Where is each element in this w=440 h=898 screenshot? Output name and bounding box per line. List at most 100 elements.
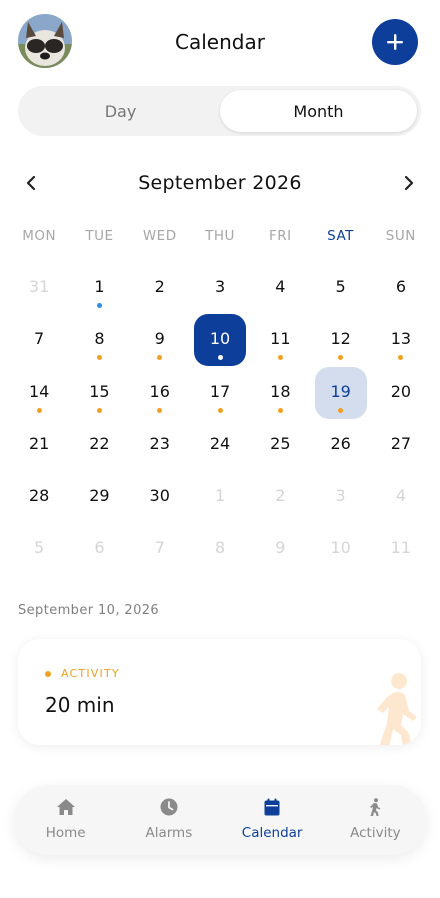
next-month-button[interactable]	[398, 172, 420, 194]
nav-alarms[interactable]: Alarms	[117, 785, 220, 855]
day-number: 10	[330, 538, 351, 558]
calendar-day[interactable]: 20	[371, 367, 431, 419]
event-dot	[96, 355, 102, 361]
calendar-day[interactable]: 7	[9, 314, 69, 366]
calendar-day[interactable]: 1	[190, 471, 250, 523]
calendar-day[interactable]: 8	[190, 523, 250, 575]
walking-icon	[365, 797, 385, 817]
calendar-day[interactable]: 24	[190, 419, 250, 471]
day-box: 22	[73, 419, 125, 471]
calendar-day[interactable]: 30	[130, 471, 190, 523]
day-box: 12	[315, 314, 367, 366]
nav-calendar-label: Calendar	[241, 825, 303, 841]
day-box: 26	[315, 419, 367, 471]
calendar-day[interactable]: 29	[69, 471, 129, 523]
day-box: 20	[375, 367, 427, 419]
weekday-label: FRI	[268, 228, 292, 244]
calendar-day[interactable]: 11	[371, 523, 431, 575]
calendar-day[interactable]: 6	[371, 262, 431, 314]
calendar-day[interactable]: 25	[250, 419, 310, 471]
add-button[interactable]	[372, 19, 418, 65]
day-number: 23	[149, 433, 170, 453]
calendar-day[interactable]: 28	[9, 471, 69, 523]
day-box: 1	[73, 262, 125, 314]
calendar-day-selected[interactable]: 19	[310, 366, 370, 419]
nav-calendar[interactable]: Calendar	[221, 785, 324, 855]
day-box: 2	[134, 262, 186, 314]
month-navigation: September 2026	[0, 164, 440, 202]
calendar-day[interactable]: 5	[9, 523, 69, 575]
calendar-day[interactable]: 14	[9, 367, 69, 419]
event-dot	[398, 355, 404, 361]
day-number: 20	[390, 381, 412, 401]
weekday-header: MON TUE WED THU FRI SAT SUN	[9, 228, 431, 252]
day-number: 2	[275, 486, 286, 506]
calendar-icon	[262, 797, 282, 817]
activity-value: 20 min	[45, 693, 115, 717]
calendar-day[interactable]: 17	[190, 367, 250, 419]
calendar-day[interactable]: 21	[9, 419, 69, 471]
calendar-day[interactable]: 5	[310, 262, 370, 314]
day-number: 2	[154, 277, 165, 296]
day-number: 5	[34, 538, 45, 558]
chevron-right-icon	[404, 175, 414, 191]
day-box: 14	[13, 367, 65, 419]
day-number: 5	[335, 277, 346, 296]
day-box: 23	[134, 419, 186, 471]
segment-month[interactable]: Month	[220, 90, 417, 132]
calendar-day[interactable]: 3	[190, 262, 250, 314]
calendar-day[interactable]: 22	[69, 419, 129, 471]
day-box: 2	[254, 471, 306, 523]
nav-activity[interactable]: Activity	[324, 785, 427, 855]
day-box: 7	[13, 314, 65, 366]
event-dot	[36, 407, 42, 413]
calendar-day[interactable]: 26	[310, 419, 370, 471]
calendar-day[interactable]: 7	[130, 523, 190, 575]
calendar-day[interactable]: 6	[69, 523, 129, 575]
calendar-day[interactable]: 16	[130, 367, 190, 419]
day-number: 4	[275, 277, 286, 296]
day-number: 6	[94, 538, 105, 558]
day-number: 1	[94, 277, 105, 296]
calendar-day[interactable]: 27	[371, 419, 431, 471]
calendar-day[interactable]: 23	[130, 419, 190, 471]
calendar-day[interactable]: 12	[310, 314, 370, 366]
nav-activity-label: Activity	[350, 825, 401, 841]
day-box: 30	[134, 471, 186, 523]
day-box: 25	[254, 419, 306, 471]
event-dot	[277, 407, 283, 413]
day-number: 3	[214, 277, 226, 296]
day-number: 17	[209, 381, 231, 401]
event-dot	[157, 355, 163, 361]
day-box: 3	[194, 262, 246, 314]
day-number: 28	[28, 486, 50, 506]
calendar-day-today[interactable]: 10	[190, 314, 250, 367]
calendar-day[interactable]: 11	[250, 314, 310, 366]
day-box: 6	[73, 523, 125, 575]
day-box: 24	[194, 419, 246, 471]
activity-card[interactable]: ACTIVITY 20 min	[18, 639, 421, 745]
calendar-day[interactable]: 13	[371, 314, 431, 366]
segment-day[interactable]: Day	[22, 90, 219, 132]
calendar-day[interactable]: 18	[250, 367, 310, 419]
calendar-day[interactable]: 2	[250, 471, 310, 523]
nav-home[interactable]: Home	[14, 785, 117, 855]
app-header: Calendar	[0, 0, 440, 84]
calendar-day[interactable]: 8	[69, 314, 129, 366]
activity-dot	[45, 670, 51, 677]
calendar-day[interactable]: 9	[130, 314, 190, 366]
calendar-day[interactable]: 2	[130, 262, 190, 314]
day-box: 18	[254, 367, 306, 419]
calendar-day[interactable]: 1	[69, 262, 129, 314]
calendar-day[interactable]: 3	[310, 471, 370, 523]
day-number: 6	[395, 277, 407, 296]
day-number: 16	[149, 381, 170, 401]
calendar-day[interactable]: 4	[371, 471, 431, 523]
calendar-day[interactable]: 15	[69, 367, 129, 419]
calendar-day[interactable]: 4	[250, 262, 310, 314]
calendar-day[interactable]: 9	[250, 523, 310, 575]
calendar-day[interactable]: 10	[310, 523, 370, 575]
day-box: 9	[134, 314, 186, 366]
day-box: 5	[13, 523, 65, 575]
calendar-day[interactable]: 31	[9, 262, 69, 314]
